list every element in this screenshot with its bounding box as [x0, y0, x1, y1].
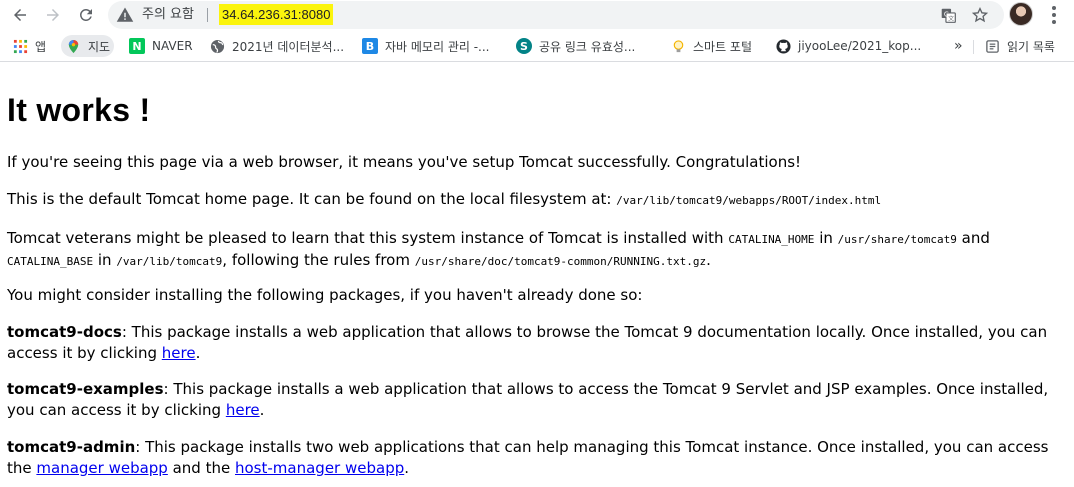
catalina-home-code: CATALINA_HOME	[728, 233, 815, 246]
catalina-text-f: .	[706, 251, 711, 269]
bookmarks-divider	[973, 40, 974, 54]
lightbulb-icon	[670, 38, 686, 54]
menu-kebab-icon[interactable]	[1044, 4, 1064, 26]
admin-mid-text: and the	[167, 459, 235, 477]
running-txt-path: /usr/share/doc/tomcat9-common/RUNNING.tx…	[414, 255, 707, 268]
catalina-paragraph: Tomcat veterans might be pleased to lear…	[7, 228, 1071, 272]
bookmark-java-memory[interactable]: B 자바 메모리 관리 -...	[358, 35, 494, 57]
apps-grid-icon	[12, 38, 28, 54]
bookmark-label: NAVER	[152, 39, 193, 53]
catalina-text-c: and	[956, 229, 990, 247]
examples-here-link[interactable]: here	[226, 401, 260, 419]
translate-icon[interactable]: G文	[938, 5, 958, 25]
admin-package-name: tomcat9-admin	[7, 438, 136, 456]
catalina-text-a: Tomcat veterans might be pleased to lear…	[7, 229, 729, 247]
examples-package-text: : This package installs a web applicatio…	[7, 380, 1049, 419]
index-path: /var/lib/tomcat9/webapps/ROOT/index.html	[616, 194, 882, 207]
docs-period: .	[195, 344, 201, 362]
url-text[interactable]: 34.64.236.31:8080	[219, 4, 334, 25]
bookmark-data-analysis[interactable]: 2021년 데이터분석...	[205, 35, 348, 57]
warning-icon[interactable]	[116, 6, 134, 24]
docs-package-paragraph: tomcat9-docs: This package installs a we…	[7, 322, 1071, 364]
bookmark-smart-portal[interactable]: 스마트 포털	[666, 35, 756, 57]
bookmark-github-repo[interactable]: jiyooLee/2021_kop...	[771, 35, 925, 57]
bookmarks-overflow-button[interactable]: »	[950, 35, 967, 57]
manager-webapp-link[interactable]: manager webapp	[36, 459, 167, 477]
docs-here-link[interactable]: here	[162, 344, 196, 362]
default-page-paragraph: This is the default Tomcat home page. It…	[7, 190, 1071, 210]
bookmark-label: 2021년 데이터분석...	[232, 39, 345, 54]
examples-package-paragraph: tomcat9-examples: This package installs …	[7, 379, 1071, 421]
packages-intro-paragraph: You might consider installing the follow…	[7, 286, 643, 304]
examples-period: .	[259, 401, 265, 419]
catalina-base-path: /var/lib/tomcat9	[116, 255, 223, 268]
svg-text:文: 文	[948, 14, 954, 22]
admin-package-paragraph: tomcat9-admin: This package installs two…	[7, 437, 1071, 479]
forward-button[interactable]	[40, 2, 66, 28]
bookmark-apps[interactable]: 앱	[8, 35, 50, 57]
overflow-chevron-icon: »	[954, 38, 963, 54]
profile-avatar[interactable]	[1009, 2, 1033, 26]
reading-list-label: 읽기 목록	[1007, 39, 1055, 54]
bookmark-label: jiyooLee/2021_kop...	[798, 39, 922, 53]
forward-arrow-icon	[47, 9, 59, 21]
reading-list-icon	[984, 38, 1000, 54]
page-title: It works !	[7, 92, 151, 128]
naver-icon: N	[129, 38, 145, 54]
github-icon	[775, 38, 791, 54]
security-status-label[interactable]: 주의 요함	[142, 5, 194, 24]
omnibox-divider	[207, 8, 208, 22]
catalina-home-path: /usr/share/tomcat9	[837, 233, 957, 246]
globe-icon	[209, 38, 225, 54]
bookmark-label: 앱	[35, 39, 47, 54]
sharepoint-icon: S	[516, 38, 532, 54]
bookmark-label: 자바 메모리 관리 -...	[385, 39, 490, 54]
bookmark-label: 스마트 포털	[693, 39, 753, 54]
intro-paragraph: If you're seeing this page via a web bro…	[7, 153, 802, 171]
reading-list-button[interactable]: 읽기 목록	[980, 35, 1059, 57]
bookmark-naver[interactable]: N NAVER	[125, 35, 197, 57]
admin-period: .	[404, 459, 410, 477]
docs-package-name: tomcat9-docs	[7, 323, 122, 341]
bookmark-label: 공유 링크 유효성...	[539, 39, 636, 54]
bookmark-share-link[interactable]: S 공유 링크 유효성...	[512, 35, 639, 57]
bookmark-label: 지도	[88, 39, 111, 54]
catalina-base-code: CATALINA_BASE	[7, 255, 94, 268]
default-page-text: This is the default Tomcat home page. It…	[7, 190, 617, 208]
reload-button[interactable]	[73, 2, 99, 28]
catalina-text-e: , following the rules from	[222, 251, 415, 269]
reload-icon	[79, 8, 92, 21]
address-bar[interactable]: 주의 요함 34.64.236.31:8080 G文	[108, 1, 1004, 29]
browser-toolbar: 주의 요함 34.64.236.31:8080 G文	[0, 0, 1074, 31]
bookmark-star-icon[interactable]	[970, 5, 990, 25]
catalina-text-b: in	[814, 229, 838, 247]
bookmark-maps[interactable]: 지도	[61, 35, 115, 57]
back-button[interactable]	[7, 2, 33, 28]
back-arrow-icon	[14, 9, 26, 21]
host-manager-webapp-link[interactable]: host-manager webapp	[235, 459, 404, 477]
blogger-icon: B	[362, 38, 378, 54]
catalina-text-d: in	[93, 251, 117, 269]
bookmarks-bar: 앱 지도 N NAVER 2021년 데이터분석... B 자바 메모리 관리 …	[0, 31, 1074, 62]
maps-icon	[65, 38, 81, 54]
examples-package-name: tomcat9-examples	[7, 380, 164, 398]
